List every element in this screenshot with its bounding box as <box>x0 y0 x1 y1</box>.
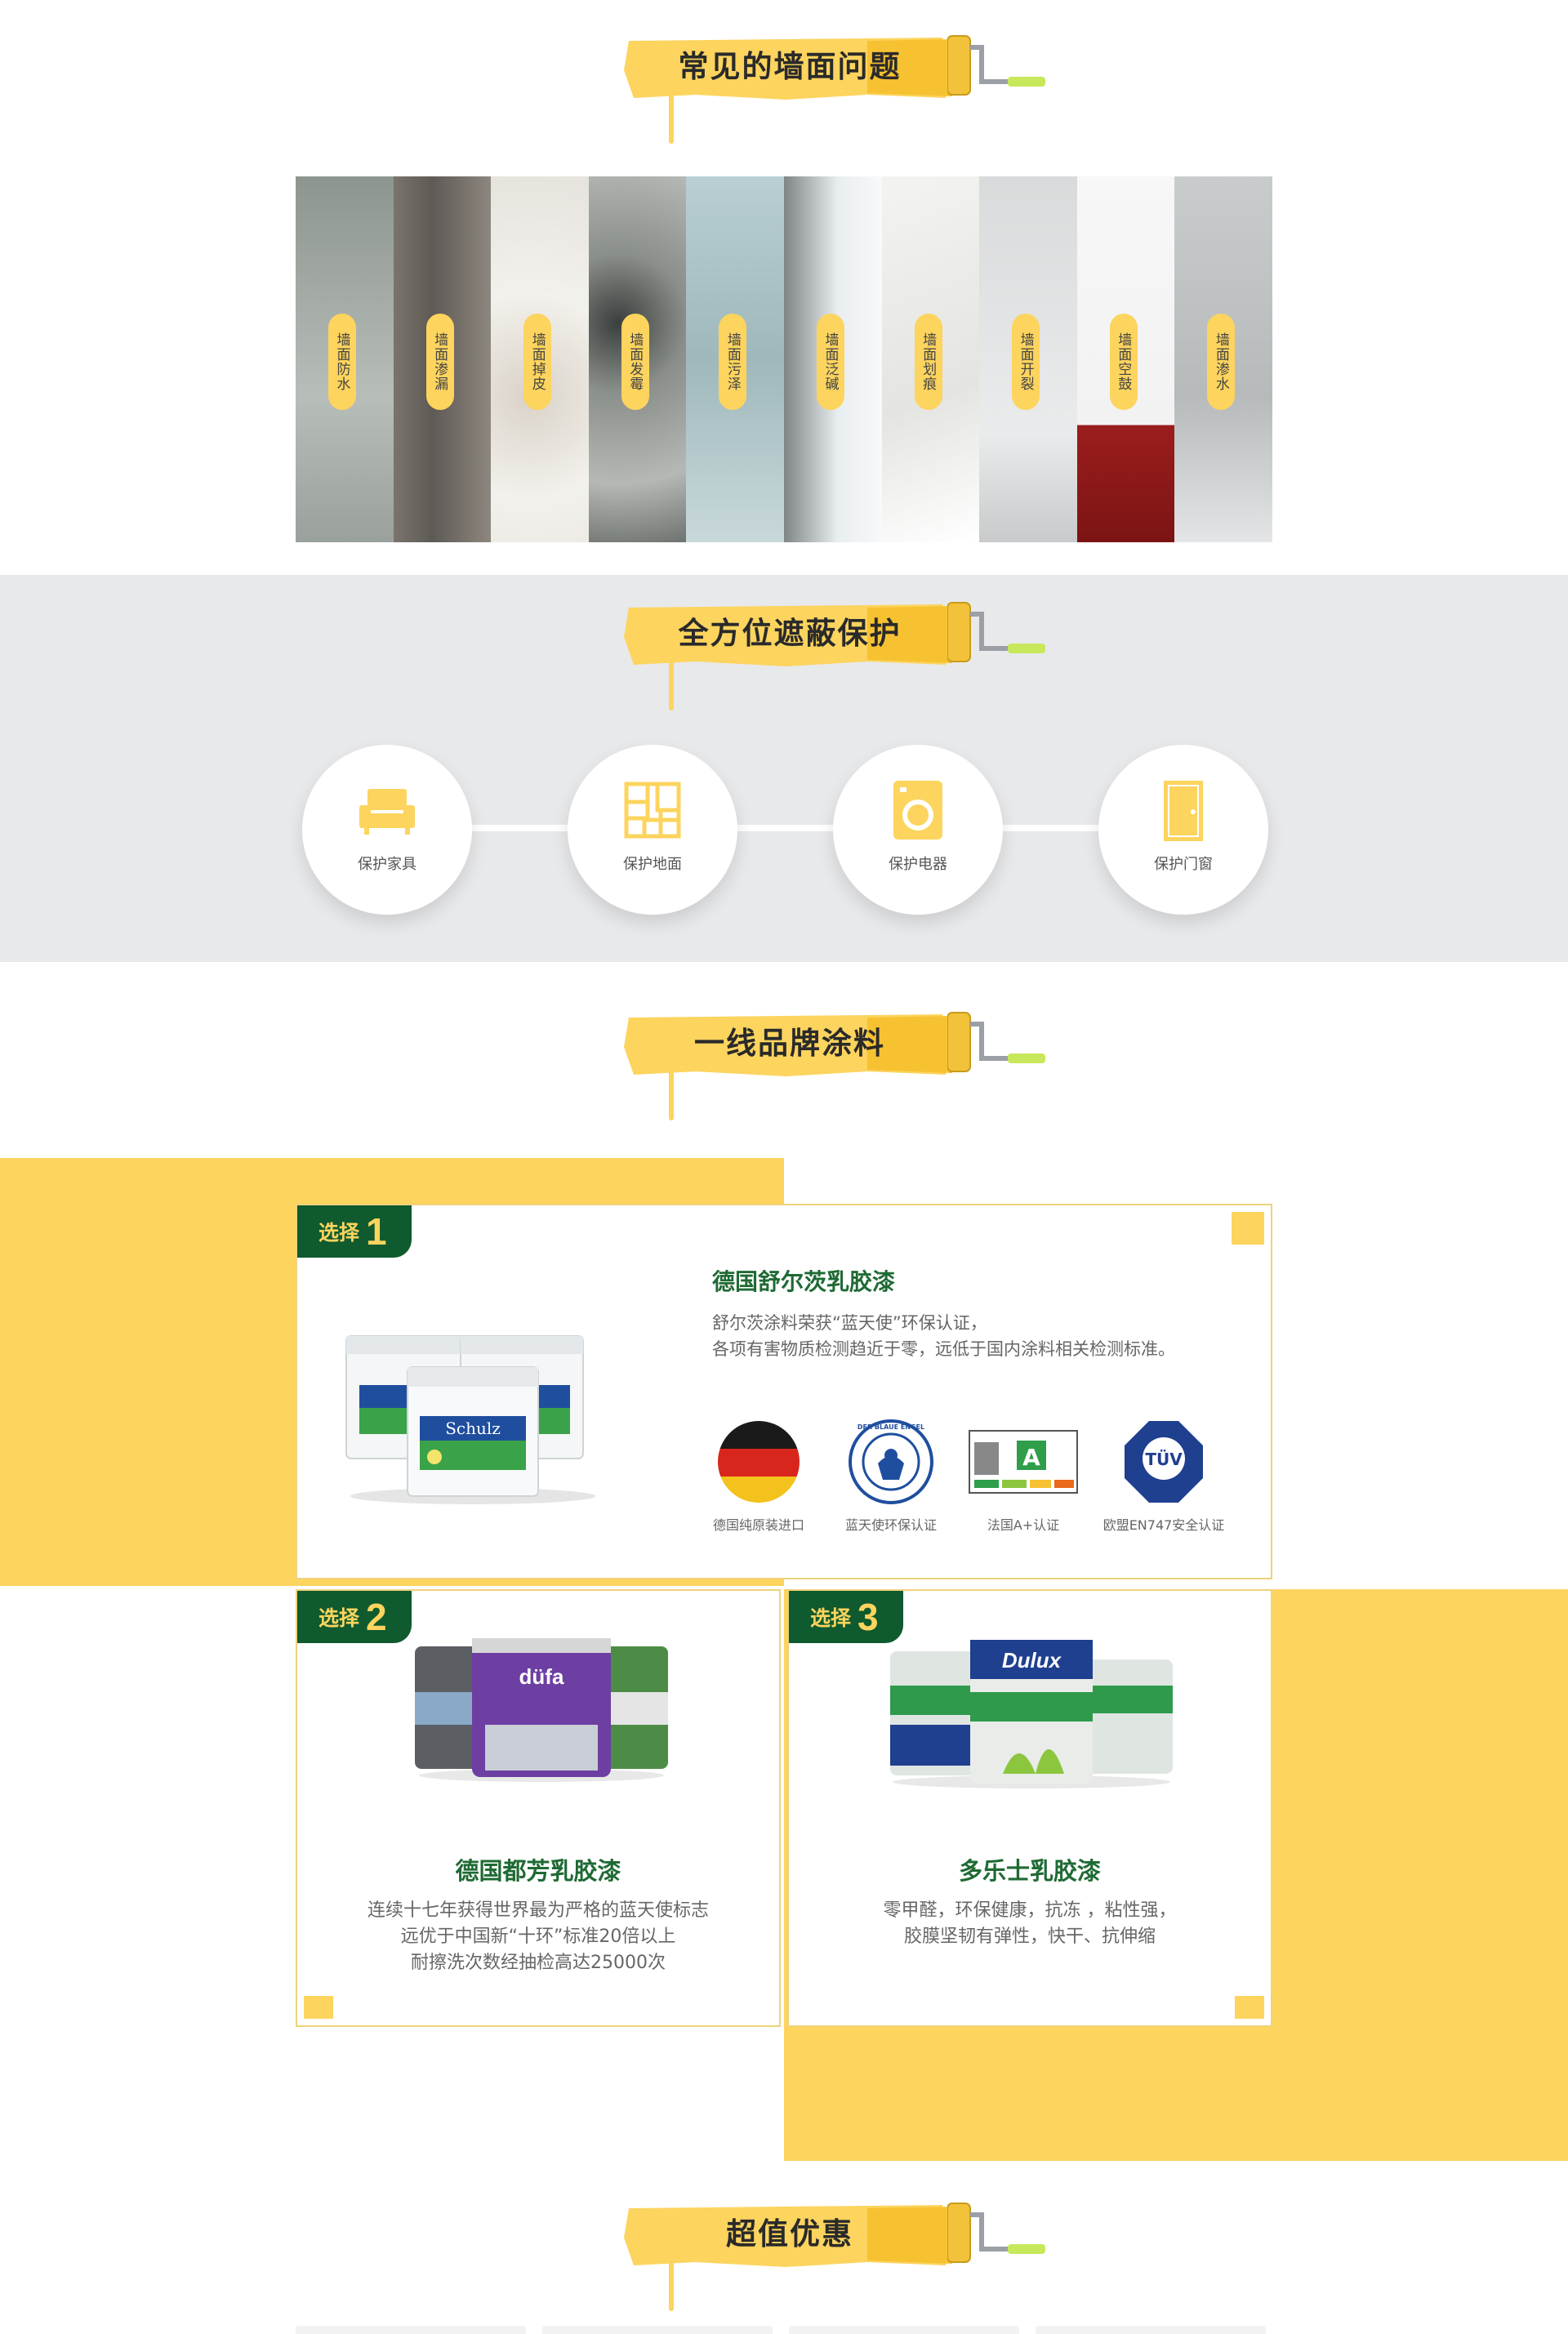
wall-strip: 墙面空鼓 <box>1076 176 1175 542</box>
protect-floor-item: 保护地面 <box>568 745 737 915</box>
deal-card-edge <box>789 2326 1019 2334</box>
deal-card-edge <box>1036 2326 1266 2334</box>
paint-drip <box>669 2254 674 2311</box>
cert-germany: 德国纯原装进口 <box>697 1416 820 1534</box>
brand-description: 零甲醛，环保健康，抗冻 ，粘性强， 胶膜坚韧有弹性，快干、抗伸缩 <box>883 1900 1177 1947</box>
paint-roller-icon <box>947 602 1045 662</box>
corner-square <box>304 1996 333 2019</box>
svg-text:Schulz: Schulz <box>445 1419 501 1438</box>
dufa-product-image: düfa <box>415 1638 668 1782</box>
svg-text:düfa: düfa <box>519 1664 564 1689</box>
wall-strip: 墙面开裂 <box>979 176 1077 542</box>
section-banner-protect: 全方位遮蔽保护 <box>622 596 1047 710</box>
paint-drip <box>669 1063 674 1120</box>
paint-roller-icon <box>947 35 1045 96</box>
wall-label-pill: 墙面掉皮 <box>523 314 552 410</box>
svg-text:Dulux: Dulux <box>1002 1648 1062 1673</box>
tuv-icon: TÜV <box>1125 1421 1203 1503</box>
section-banner-brands: 一线品牌涂料 <box>622 1006 1047 1120</box>
schulz-product-image: Schulz <box>345 1335 595 1504</box>
wall-strip: 墙面掉皮 <box>491 176 589 542</box>
dulux-product-image: Dulux <box>890 1640 1173 1788</box>
germany-flag-icon <box>718 1421 800 1503</box>
wall-label-pill: 墙面污泽 <box>719 314 747 410</box>
choice-tag: 选择 1 <box>297 1205 412 1258</box>
wall-label-pill: 墙面渗水 <box>1207 314 1236 410</box>
section-title: 超值优惠 <box>726 2216 853 2252</box>
wall-strip: 墙面渗漏 <box>393 176 492 542</box>
section-title: 全方位遮蔽保护 <box>678 616 902 651</box>
wall-label-pill: 墙面渗漏 <box>425 314 454 410</box>
brand-card-dulux[interactable]: 选择 3 Dulux 多乐士乳胶漆 零甲醛，环保健康，抗冻 ，粘性强， 胶膜坚韧… <box>787 1589 1272 2027</box>
section-banner-value: 超值优惠 <box>622 2197 1047 2311</box>
brand-card-dufa[interactable]: 选择 2 düfa 德国都芳乳胶漆 连续十七年获得世界最为严格的蓝天使标志 远优… <box>296 1589 781 2027</box>
wall-strip: 墙面泛碱 <box>783 176 882 542</box>
brand-description: 连续十七年获得世界最为严格的蓝天使标志 远优于中国新“十环”标准20倍以上 耐擦… <box>367 1900 709 1973</box>
protect-door-item: 保护门窗 <box>1098 745 1268 915</box>
paint-drip <box>669 653 674 710</box>
protect-furniture-item: 保护家具 <box>302 745 472 915</box>
brand-description: 舒尔茨涂料荣获“蓝天使”环保认证， 各项有害物质检测趋近于零，远低于国内涂料相关… <box>712 1313 1175 1359</box>
cert-tuv: TÜV 欧盟EN747安全认证 <box>1102 1416 1225 1534</box>
choice-tag: 选择 2 <box>297 1591 412 1643</box>
svg-text:A: A <box>1022 1444 1040 1471</box>
wall-label-pill: 墙面防水 <box>328 314 356 410</box>
protect-appliance-item: 保护电器 <box>833 745 1003 915</box>
section-title: 常见的墙面问题 <box>678 49 902 84</box>
wall-label-pill: 墙面空鼓 <box>1109 314 1138 410</box>
protect-label: 保护家具 <box>358 856 416 873</box>
corner-square <box>1235 1996 1264 2019</box>
door-icon <box>1164 781 1203 841</box>
corner-square <box>1232 1212 1264 1245</box>
brand-title: 德国都芳乳胶漆 <box>455 1857 621 1885</box>
sofa-icon <box>359 789 415 835</box>
wall-strip: 墙面渗水 <box>1174 176 1272 542</box>
section-banner-problems: 常见的墙面问题 <box>622 29 1047 144</box>
blue-angel-icon: DER BLAUE ENGEL <box>849 1419 933 1504</box>
wall-label-pill: 墙面开裂 <box>1012 314 1040 410</box>
protect-label: 保护门窗 <box>1154 856 1213 873</box>
cert-blue-angel: DER BLAUE ENGEL 蓝天使环保认证 <box>830 1416 952 1534</box>
paint-roller-icon <box>947 2203 1045 2263</box>
protect-label: 保护地面 <box>623 856 682 873</box>
wall-label-pill: 墙面泛碱 <box>816 314 844 410</box>
svg-text:DER BLAUE ENGEL: DER BLAUE ENGEL <box>858 1423 924 1431</box>
washing-machine-icon <box>893 781 942 840</box>
wall-strip: 墙面防水 <box>296 176 394 542</box>
deal-card-edge <box>542 2326 773 2334</box>
wall-strip: 墙面发霉 <box>588 176 687 542</box>
deal-card-edge <box>296 2326 526 2334</box>
wall-label-pill: 墙面划痕 <box>914 314 942 410</box>
brand-card-schulz[interactable]: 选择 1 Schulz 德国舒尔茨乳胶漆 舒尔茨涂料荣获“蓝天使”环保认证， 各… <box>296 1204 1272 1579</box>
section-title: 一线品牌涂料 <box>694 1026 885 1061</box>
cert-a-plus: A 法国A+认证 <box>962 1416 1085 1534</box>
a-plus-icon: A <box>969 1430 1078 1494</box>
paint-roller-icon <box>947 1012 1045 1072</box>
brand-title: 多乐士乳胶漆 <box>958 1857 1101 1885</box>
svg-text:TÜV: TÜV <box>1145 1450 1183 1469</box>
brand-title: 德国舒尔茨乳胶漆 <box>712 1268 896 1295</box>
wall-strip: 墙面划痕 <box>881 176 980 542</box>
wall-problem-gallery: 墙面防水 墙面渗漏 墙面掉皮 墙面发霉 墙面污泽 墙面泛碱 墙面划痕 墙面开裂 … <box>296 176 1272 542</box>
floor-icon <box>624 782 681 839</box>
wall-label-pill: 墙面发霉 <box>621 314 649 410</box>
wall-strip: 墙面污泽 <box>686 176 784 542</box>
protect-label: 保护电器 <box>889 856 947 873</box>
paint-drip <box>669 87 674 144</box>
